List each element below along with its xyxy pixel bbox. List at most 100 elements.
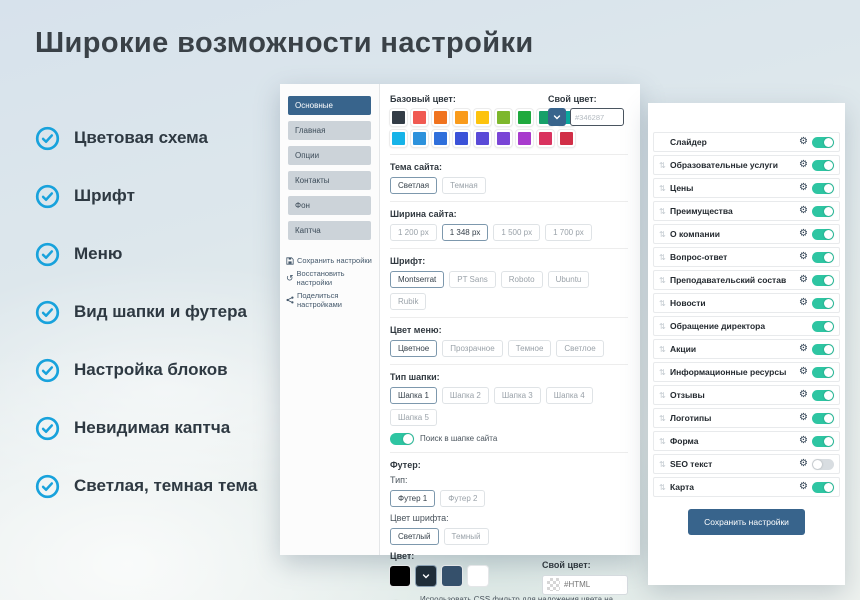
color-swatch[interactable] xyxy=(411,109,428,126)
block-toggle[interactable] xyxy=(812,321,834,332)
color-swatch[interactable] xyxy=(474,109,491,126)
drag-handle-icon[interactable]: ⇅ xyxy=(659,368,666,377)
drag-handle-icon[interactable]: ⇅ xyxy=(659,161,666,170)
drag-handle-icon[interactable]: ⇅ xyxy=(659,299,666,308)
gear-icon[interactable]: ⚙ xyxy=(799,252,808,262)
color-swatch[interactable] xyxy=(411,130,428,147)
gear-icon[interactable]: ⚙ xyxy=(799,275,808,285)
width-option-1348[interactable]: 1 348 px xyxy=(442,224,489,241)
menu-color-light[interactable]: Светлое xyxy=(556,340,603,357)
block-toggle[interactable] xyxy=(812,160,834,171)
block-toggle[interactable] xyxy=(812,482,834,493)
block-toggle[interactable] xyxy=(812,252,834,263)
drag-handle-icon[interactable]: ⇅ xyxy=(659,253,666,262)
gear-icon[interactable]: ⚙ xyxy=(799,367,808,377)
block-toggle[interactable] xyxy=(812,206,834,217)
gear-icon[interactable]: ⚙ xyxy=(799,459,808,469)
color-swatch[interactable] xyxy=(495,130,512,147)
footer-type-1[interactable]: Футер 1 xyxy=(390,490,435,507)
theme-option-light[interactable]: Светлая xyxy=(390,177,437,194)
color-swatch[interactable] xyxy=(453,130,470,147)
font-option-roboto[interactable]: Roboto xyxy=(501,271,543,288)
drag-handle-icon[interactable]: ⇅ xyxy=(659,460,666,469)
color-swatch[interactable] xyxy=(432,130,449,147)
drag-handle-icon[interactable]: ⇅ xyxy=(659,207,666,216)
width-option-1500[interactable]: 1 500 px xyxy=(493,224,540,241)
save-settings-link[interactable]: Сохранить настройки xyxy=(286,256,373,265)
gear-icon[interactable]: ⚙ xyxy=(799,137,808,147)
drag-handle-icon[interactable]: ⇅ xyxy=(659,437,666,446)
block-toggle[interactable] xyxy=(812,137,834,148)
own-color-dropdown-button[interactable] xyxy=(548,108,566,126)
nav-item-osnovnye[interactable]: Основные xyxy=(288,96,371,115)
gear-icon[interactable]: ⚙ xyxy=(799,413,808,423)
nav-item-opcii[interactable]: Опции xyxy=(288,146,371,165)
width-option-1700[interactable]: 1 700 px xyxy=(545,224,592,241)
color-swatch[interactable] xyxy=(516,109,533,126)
block-toggle[interactable] xyxy=(812,298,834,309)
footer-color-swatch[interactable] xyxy=(442,566,462,586)
block-toggle[interactable] xyxy=(812,390,834,401)
gear-icon[interactable]: ⚙ xyxy=(799,160,808,170)
block-toggle[interactable] xyxy=(812,459,834,470)
block-toggle[interactable] xyxy=(812,275,834,286)
color-swatch[interactable] xyxy=(495,109,512,126)
gear-icon[interactable]: ⚙ xyxy=(799,229,808,239)
font-option-montserrat[interactable]: Montserrat xyxy=(390,271,444,288)
header-search-toggle[interactable] xyxy=(390,433,414,445)
width-option-1200[interactable]: 1 200 px xyxy=(390,224,437,241)
block-toggle[interactable] xyxy=(812,183,834,194)
block-toggle[interactable] xyxy=(812,344,834,355)
font-option-pt-sans[interactable]: PT Sans xyxy=(449,271,496,288)
header-type-3[interactable]: Шапка 3 xyxy=(494,387,541,404)
drag-handle-icon[interactable]: ⇅ xyxy=(659,345,666,354)
color-swatch[interactable] xyxy=(390,130,407,147)
drag-handle-icon[interactable]: ⇅ xyxy=(659,276,666,285)
footer-own-color-input[interactable] xyxy=(564,580,614,589)
drag-handle-icon[interactable]: ⇅ xyxy=(659,414,666,423)
footer-color-swatch[interactable] xyxy=(468,566,488,586)
theme-option-dark[interactable]: Темная xyxy=(442,177,486,194)
restore-settings-link[interactable]: ↺ Восстановить настройки xyxy=(286,269,373,287)
footer-color-swatch-selected[interactable] xyxy=(416,566,436,586)
gear-icon[interactable]: ⚙ xyxy=(799,183,808,193)
color-swatch[interactable] xyxy=(453,109,470,126)
drag-handle-icon[interactable]: ⇅ xyxy=(659,483,666,492)
color-swatch[interactable] xyxy=(516,130,533,147)
header-type-2[interactable]: Шапка 2 xyxy=(442,387,489,404)
header-type-1[interactable]: Шапка 1 xyxy=(390,387,437,404)
block-toggle[interactable] xyxy=(812,413,834,424)
header-type-5[interactable]: Шапка 5 xyxy=(390,409,437,426)
header-type-4[interactable]: Шапка 4 xyxy=(546,387,593,404)
font-option-rubik[interactable]: Rubik xyxy=(390,293,426,310)
drag-handle-icon[interactable]: ⇅ xyxy=(659,184,666,193)
gear-icon[interactable]: ⚙ xyxy=(799,206,808,216)
footer-font-light[interactable]: Светлый xyxy=(390,528,439,545)
color-swatch[interactable] xyxy=(474,130,491,147)
footer-type-2[interactable]: Футер 2 xyxy=(440,490,485,507)
block-toggle[interactable] xyxy=(812,367,834,378)
gear-icon[interactable]: ⚙ xyxy=(799,390,808,400)
menu-color-colored[interactable]: Цветное xyxy=(390,340,437,357)
save-blocks-button[interactable]: Сохранить настройки xyxy=(688,509,805,535)
nav-item-fon[interactable]: Фон xyxy=(288,196,371,215)
block-toggle[interactable] xyxy=(812,436,834,447)
color-swatch[interactable] xyxy=(558,130,575,147)
own-color-input[interactable] xyxy=(570,108,624,126)
menu-color-dark[interactable]: Темное xyxy=(508,340,552,357)
color-swatch[interactable] xyxy=(432,109,449,126)
drag-handle-icon[interactable]: ⇅ xyxy=(659,322,666,331)
nav-item-glavnaya[interactable]: Главная xyxy=(288,121,371,140)
font-option-ubuntu[interactable]: Ubuntu xyxy=(548,271,590,288)
drag-handle-icon[interactable]: ⇅ xyxy=(659,230,666,239)
nav-item-kontakty[interactable]: Контакты xyxy=(288,171,371,190)
gear-icon[interactable]: ⚙ xyxy=(799,344,808,354)
footer-font-dark[interactable]: Темный xyxy=(444,528,489,545)
share-settings-link[interactable]: Поделиться настройками xyxy=(286,291,373,309)
gear-icon[interactable]: ⚙ xyxy=(799,436,808,446)
gear-icon[interactable]: ⚙ xyxy=(799,482,808,492)
gear-icon[interactable]: ⚙ xyxy=(799,298,808,308)
nav-item-kaptcha[interactable]: Каптча xyxy=(288,221,371,240)
drag-handle-icon[interactable]: ⇅ xyxy=(659,391,666,400)
block-toggle[interactable] xyxy=(812,229,834,240)
